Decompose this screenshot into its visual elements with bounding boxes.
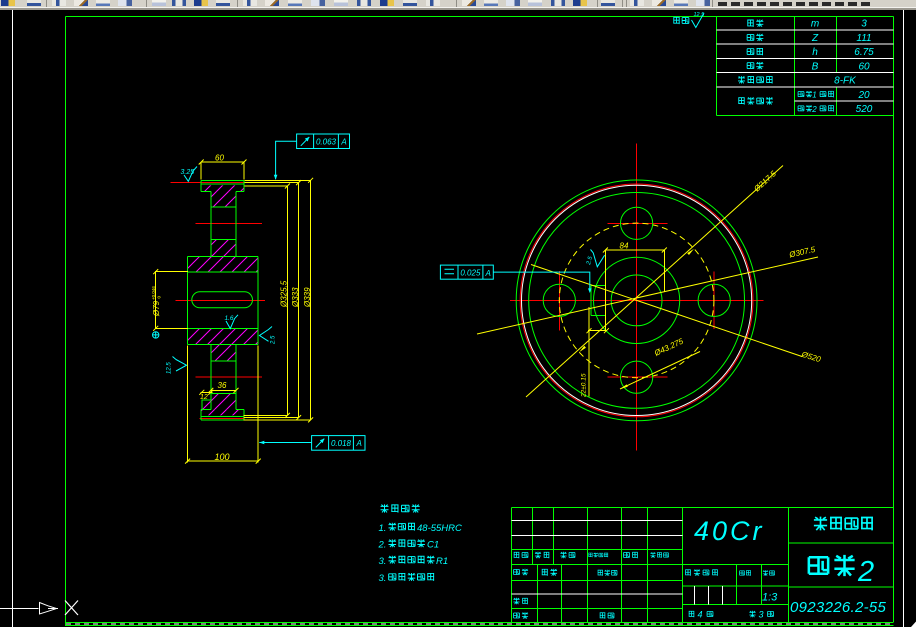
svg-text:m: m — [811, 19, 819, 30]
svg-text:2.5: 2.5 — [586, 255, 594, 266]
svg-text:Ø217.5: Ø217.5 — [752, 169, 779, 194]
svg-text:1:3: 1:3 — [762, 592, 778, 604]
svg-text:1.: 1. — [379, 523, 387, 534]
svg-text:Ø325.5: Ø325.5 — [279, 280, 288, 308]
svg-text:12.5: 12.5 — [167, 362, 173, 374]
svg-text:20: 20 — [857, 90, 870, 101]
svg-text:3: 3 — [861, 19, 867, 30]
svg-text:Ø333: Ø333 — [291, 287, 300, 308]
svg-text:Z: Z — [811, 33, 819, 44]
svg-text:0.025: 0.025 — [460, 269, 481, 278]
svg-text:36: 36 — [218, 381, 227, 390]
svg-text:B: B — [812, 61, 819, 72]
svg-text:22±0.15: 22±0.15 — [581, 373, 588, 398]
svg-text:A: A — [485, 269, 491, 278]
svg-text:4: 4 — [698, 610, 703, 620]
svg-text:2.5: 2.5 — [271, 335, 277, 345]
svg-text:3.: 3. — [379, 556, 387, 567]
svg-text:40Cr: 40Cr — [694, 516, 765, 546]
svg-text:A: A — [356, 439, 362, 448]
svg-text:84: 84 — [620, 242, 629, 251]
svg-text:100: 100 — [215, 452, 230, 462]
svg-text:8-FK: 8-FK — [834, 76, 857, 87]
svg-text:3: 3 — [759, 610, 764, 620]
svg-text:+0.046: +0.046 — [151, 286, 156, 300]
svg-text:3.25: 3.25 — [181, 169, 195, 176]
svg-text:6.75: 6.75 — [854, 47, 874, 58]
svg-text:1.6: 1.6 — [225, 315, 234, 322]
svg-text:A: A — [340, 138, 346, 147]
svg-text:2: 2 — [811, 105, 817, 114]
svg-text:1: 1 — [812, 91, 816, 100]
svg-text:0.018: 0.018 — [331, 439, 352, 448]
svg-text:Ø307.5: Ø307.5 — [787, 245, 816, 260]
svg-text:0923226.2-55: 0923226.2-55 — [790, 599, 887, 616]
svg-text:12: 12 — [200, 394, 208, 401]
svg-text:h: h — [812, 47, 818, 58]
svg-text:520: 520 — [856, 104, 873, 115]
svg-text:Ø43.275: Ø43.275 — [652, 336, 685, 358]
svg-text:Ø79: Ø79 — [152, 300, 161, 317]
svg-text:3.: 3. — [379, 573, 387, 584]
svg-text:2: 2 — [857, 556, 874, 588]
svg-text:0: 0 — [157, 296, 162, 299]
svg-text:0.063: 0.063 — [316, 138, 337, 147]
svg-text:111: 111 — [856, 33, 871, 44]
svg-text:60: 60 — [215, 154, 224, 163]
svg-text:48-55HRC: 48-55HRC — [417, 523, 462, 534]
svg-text:2.: 2. — [378, 539, 387, 550]
svg-text:R1: R1 — [436, 556, 448, 567]
svg-text:Ø520: Ø520 — [799, 350, 822, 365]
svg-text:12.5: 12.5 — [694, 12, 706, 18]
svg-text:60: 60 — [858, 61, 870, 72]
svg-text:Ø339: Ø339 — [303, 287, 312, 308]
svg-text:C1: C1 — [427, 539, 439, 550]
